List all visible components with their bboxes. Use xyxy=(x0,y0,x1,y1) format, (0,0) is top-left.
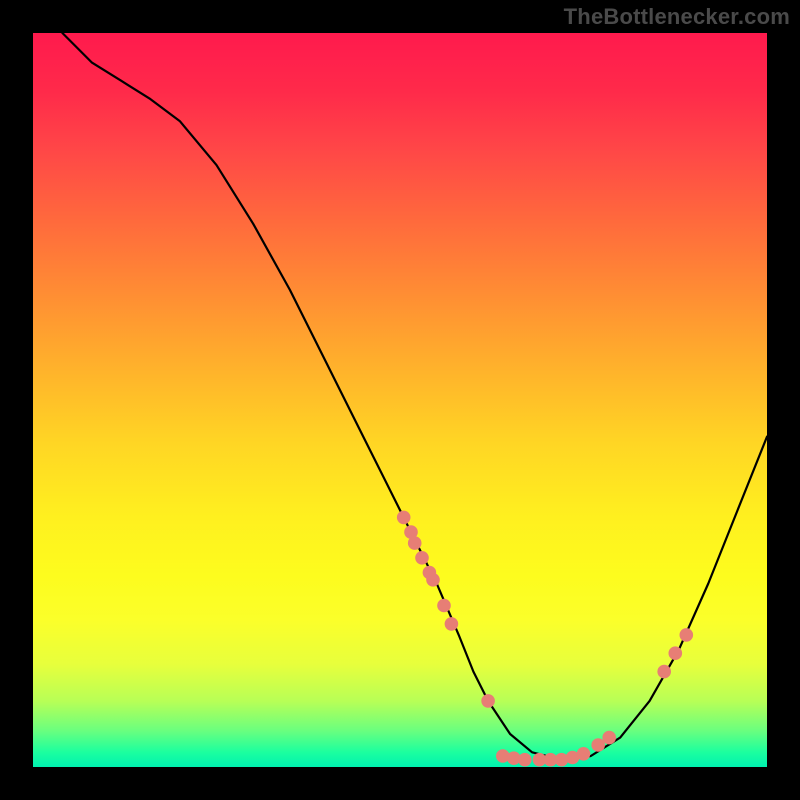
highlight-markers xyxy=(397,511,693,767)
plot-area xyxy=(33,33,767,767)
marker-point xyxy=(481,694,495,708)
marker-point xyxy=(518,753,532,767)
marker-point xyxy=(415,551,429,565)
marker-point xyxy=(437,599,451,613)
marker-point xyxy=(577,747,591,761)
marker-point xyxy=(445,617,459,631)
marker-point xyxy=(426,573,440,587)
marker-point xyxy=(602,731,616,745)
bottleneck-curve xyxy=(62,33,767,760)
watermark-text: TheBottlenecker.com xyxy=(564,4,790,30)
marker-point xyxy=(669,646,683,660)
chart-frame: TheBottlenecker.com xyxy=(0,0,800,800)
chart-svg xyxy=(33,33,767,767)
marker-point xyxy=(397,511,411,525)
marker-point xyxy=(408,536,422,550)
marker-point xyxy=(680,628,694,642)
marker-point xyxy=(657,665,671,679)
